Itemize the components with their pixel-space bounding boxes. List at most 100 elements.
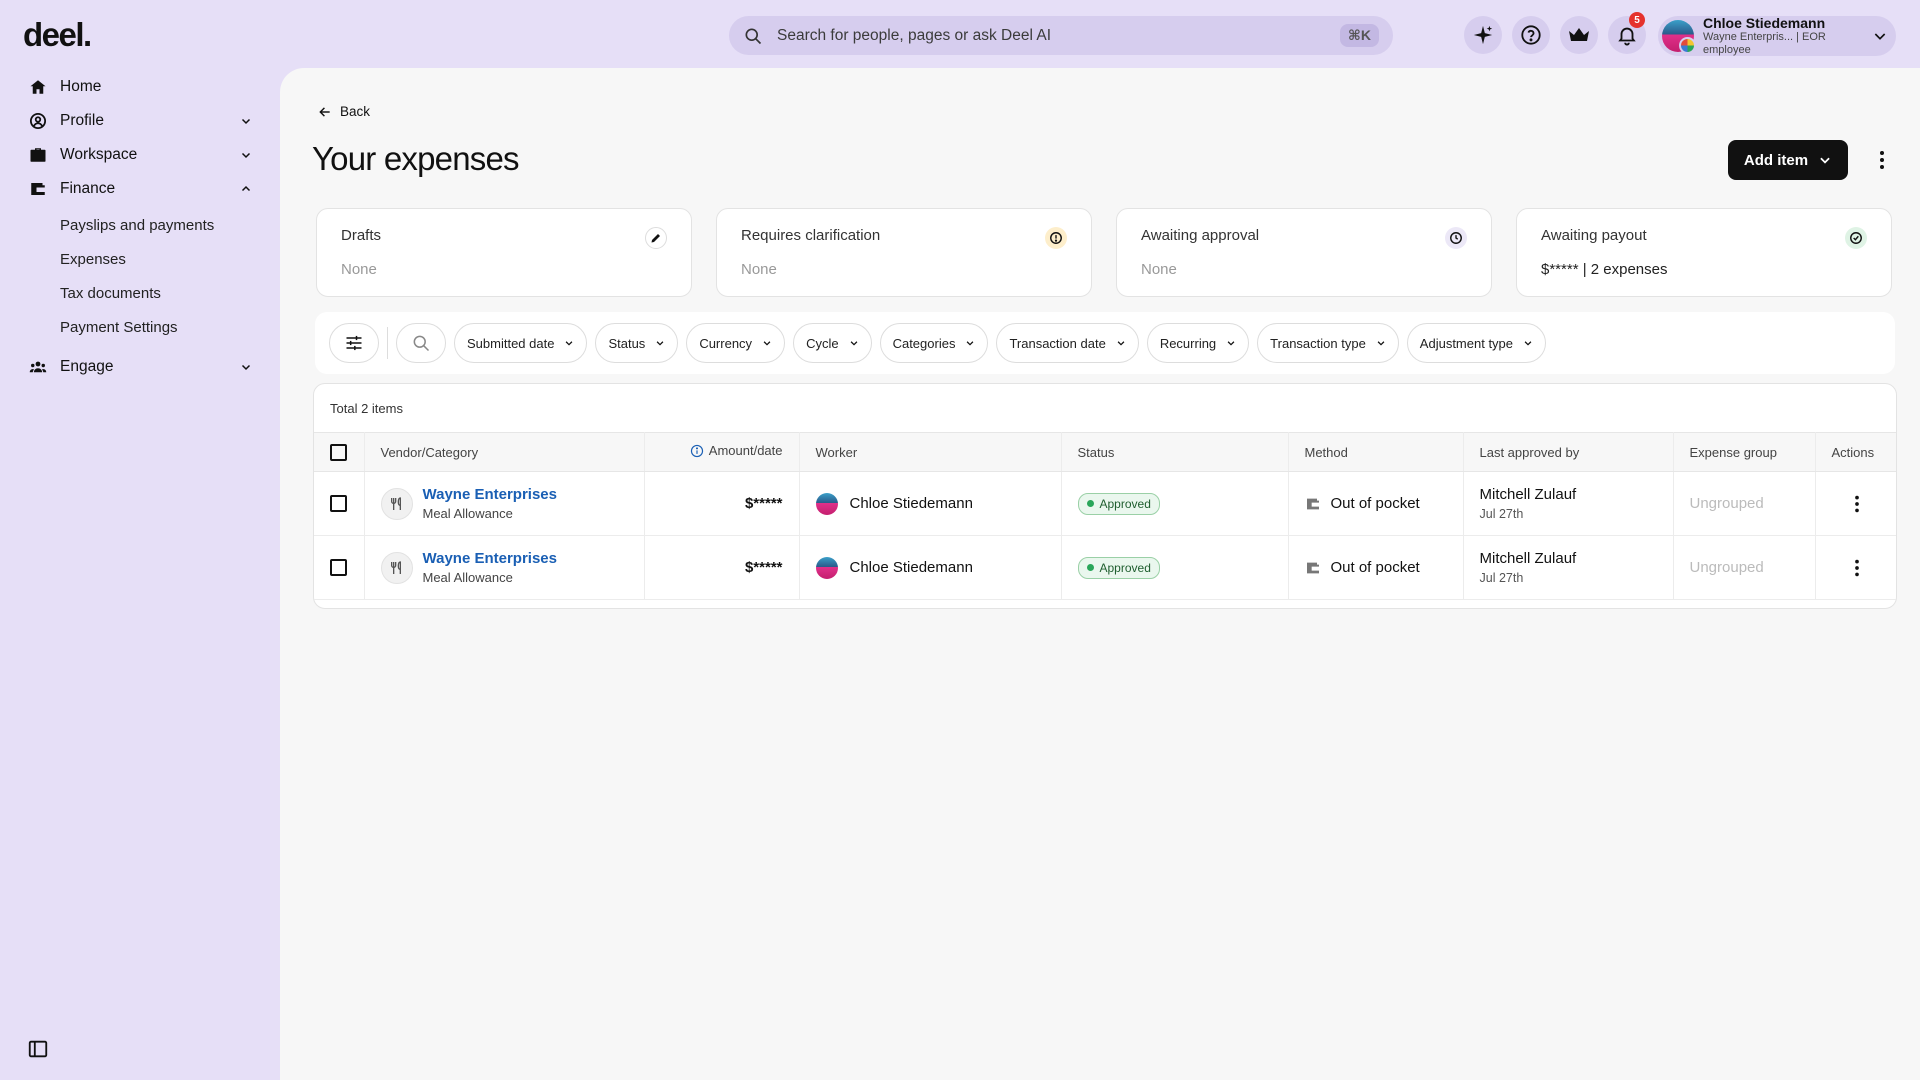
approver-cell: Mitchell Zulauf Jul 27th — [1463, 535, 1674, 600]
status-cell: Approved — [1061, 471, 1289, 536]
row-checkbox[interactable] — [330, 559, 347, 576]
col-method[interactable]: Method — [1288, 432, 1464, 472]
user-name: Chloe Stiedemann — [1703, 15, 1826, 32]
col-status[interactable]: Status — [1061, 432, 1289, 472]
filter-bar: Submitted date Status Currency Cycle Categor… — [315, 312, 1895, 374]
sidebar-item-workspace[interactable]: Workspace — [0, 138, 280, 172]
perks-button[interactable] — [1560, 16, 1598, 54]
method-label: Out of pocket — [1330, 559, 1420, 576]
sidebar-subitem-expenses[interactable]: Expenses — [0, 242, 280, 276]
avatar — [1662, 20, 1696, 54]
card-awaiting-payout[interactable]: Awaiting payout $***** | 2 expenses — [1516, 208, 1892, 297]
table-search-button[interactable] — [396, 323, 446, 363]
chevron-down-icon — [1524, 341, 1532, 346]
info-icon[interactable] — [690, 444, 704, 458]
fork-knife-icon — [380, 551, 413, 584]
more-options-icon[interactable] — [1846, 557, 1868, 579]
sidebar-subitem-payment-settings[interactable]: Payment Settings — [0, 310, 280, 344]
filter-chip[interactable]: Cycle — [793, 323, 872, 363]
actions-cell — [1815, 535, 1896, 600]
sidebar-item-label: Profile — [60, 112, 104, 129]
table-header-row: Vendor/Category Amount/date Worker Statu… — [314, 432, 1896, 472]
sidebar-subitem-tax-documents[interactable]: Tax documents — [0, 276, 280, 310]
filter-chip[interactable]: Transaction date — [996, 323, 1139, 363]
status-cell: Approved — [1061, 535, 1289, 600]
expense-group-value: Ungrouped — [1673, 535, 1816, 600]
filter-settings-button[interactable] — [329, 323, 379, 363]
filter-chip[interactable]: Status — [595, 323, 679, 363]
add-item-button[interactable]: Add item — [1728, 140, 1848, 180]
sidebar-item-home[interactable]: Home — [0, 70, 280, 104]
table-row[interactable]: Wayne Enterprises Meal Allowance $***** Chl… — [314, 471, 1896, 536]
chevron-up-icon — [241, 185, 251, 192]
wallet-icon — [1306, 562, 1319, 573]
card-title: Awaiting approval — [1141, 227, 1260, 244]
more-options-icon[interactable] — [1846, 493, 1868, 515]
vendor-cell: Wayne Enterprises Meal Allowance — [364, 535, 645, 600]
chevron-down-icon — [1227, 341, 1235, 346]
vendor-link[interactable]: Wayne Enterprises — [423, 550, 558, 567]
worker-name: Chloe Stiedemann — [849, 495, 973, 512]
more-options-icon[interactable] — [1870, 148, 1894, 172]
category-label: Meal Allowance — [422, 570, 513, 585]
search-input[interactable]: Search for people, pages or ask Deel AI — [777, 27, 1340, 45]
actions-cell — [1815, 471, 1896, 536]
card-value: None — [341, 261, 377, 278]
filter-chip[interactable]: Submitted date — [454, 323, 588, 363]
people-icon — [29, 361, 47, 373]
sidebar-collapse-icon[interactable] — [27, 1038, 49, 1060]
approved-date: Jul 27th — [1479, 507, 1524, 521]
select-all-checkbox[interactable] — [330, 443, 347, 461]
filter-chip[interactable]: Currency — [686, 323, 786, 363]
sidebar-subitem-payslips[interactable]: Payslips and payments — [0, 208, 280, 242]
row-checkbox[interactable] — [330, 495, 347, 512]
card-value: None — [1141, 261, 1177, 278]
deel-logo[interactable]: deel. — [23, 16, 92, 54]
col-vendor[interactable]: Vendor/Category — [364, 432, 645, 472]
row-select-cell — [314, 471, 365, 536]
sidebar-item-engage[interactable]: Engage — [0, 350, 280, 384]
col-last-approved-by[interactable]: Last approved by — [1463, 432, 1674, 472]
filter-chip[interactable]: Recurring — [1146, 323, 1250, 363]
notifications-button[interactable]: 5 — [1608, 12, 1646, 54]
home-icon — [30, 80, 46, 94]
category-label: Meal Allowance — [422, 506, 513, 521]
chevron-down-icon — [1874, 33, 1886, 40]
method-cell: Out of pocket — [1288, 535, 1464, 600]
col-amount-label: Amount/date — [708, 443, 783, 459]
col-worker[interactable]: Worker — [799, 432, 1062, 472]
sidebar-item-label: Finance — [60, 180, 116, 197]
vendor-link[interactable]: Wayne Enterprises — [423, 486, 558, 503]
status-dot — [1086, 564, 1094, 571]
table-row[interactable]: Wayne Enterprises Meal Allowance $***** Chl… — [314, 535, 1896, 600]
main-panel: Back Your expenses Add item Drafts None … — [280, 68, 1920, 1080]
filter-chip[interactable]: Transaction type — [1257, 323, 1399, 363]
approver-cell: Mitchell Zulauf Jul 27th — [1463, 471, 1674, 536]
ai-sparkle-button[interactable] — [1464, 16, 1502, 54]
card-requires-clarification[interactable]: Requires clarification None — [716, 208, 1092, 297]
card-drafts[interactable]: Drafts None — [316, 208, 692, 297]
col-expense-group[interactable]: Expense group — [1673, 432, 1816, 472]
back-label: Back — [340, 104, 371, 119]
sidebar-item-label: Engage — [60, 358, 114, 375]
filter-chip[interactable]: Categories — [879, 323, 989, 363]
sidebar-item-profile[interactable]: Profile — [0, 104, 280, 138]
filter-chip-label: Transaction type — [1270, 335, 1366, 351]
help-button[interactable] — [1512, 16, 1550, 54]
alert-circle-icon — [1045, 227, 1067, 249]
global-search[interactable]: Search for people, pages or ask Deel AI … — [729, 16, 1393, 55]
crown-icon — [1569, 28, 1589, 41]
user-menu[interactable]: Chloe Stiedemann Wayne Enterpris... | EO… — [1658, 15, 1896, 57]
briefcase-icon — [30, 148, 46, 162]
filter-chip[interactable]: Adjustment type — [1406, 323, 1547, 363]
amount-value: $***** — [644, 535, 800, 600]
summary-cards: Drafts None Requires clarification None … — [316, 208, 1892, 297]
user-subtitle: Wayne Enterpris... | EOR employee — [1703, 31, 1826, 57]
vendor-cell: Wayne Enterprises Meal Allowance — [364, 471, 645, 536]
col-amount[interactable]: Amount/date — [644, 432, 800, 472]
card-awaiting-approval[interactable]: Awaiting approval None — [1116, 208, 1492, 297]
card-value: None — [741, 261, 777, 278]
sidebar-item-finance[interactable]: Finance — [0, 172, 280, 206]
card-title: Requires clarification — [741, 227, 881, 244]
back-link[interactable]: Back — [318, 104, 370, 119]
